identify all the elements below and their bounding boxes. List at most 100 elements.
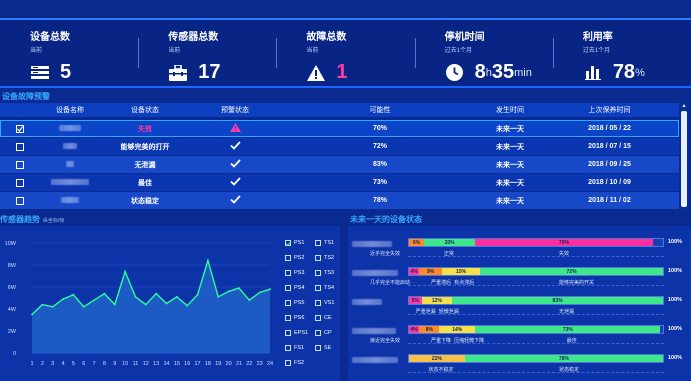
legend-item[interactable]: FS2: [285, 360, 304, 366]
legend-checkbox[interactable]: [315, 240, 321, 246]
last-maintenance: 2018 / 05 / 22: [588, 125, 631, 132]
legend-checkbox[interactable]: [285, 255, 291, 261]
occur-time: 未来一天: [496, 161, 524, 169]
legend-checkbox[interactable]: [315, 300, 321, 306]
legend-item[interactable]: TS2: [315, 255, 334, 261]
legend-checkbox[interactable]: [315, 330, 321, 336]
legend-item[interactable]: CE: [315, 315, 332, 321]
scroll-up-icon[interactable]: ▲: [680, 103, 688, 110]
check-icon: [17, 125, 23, 132]
status-segment: 83%: [452, 297, 663, 304]
row-divider: [408, 372, 664, 373]
checkbox-box[interactable]: [16, 124, 24, 133]
legend-checkbox[interactable]: [285, 270, 291, 276]
legend-item[interactable]: TS1: [315, 240, 334, 246]
row-checkbox[interactable]: [0, 160, 40, 169]
stat-title: 利用率: [582, 32, 613, 43]
legend-checkbox[interactable]: [315, 345, 321, 351]
x-tick-label: 9: [113, 361, 116, 367]
table-row[interactable]: 无泄漏 83% 未来一天 2018 / 09 / 25: [0, 156, 679, 173]
x-tick-label: 8: [103, 361, 106, 367]
legend-checkbox[interactable]: [315, 255, 321, 261]
table-row[interactable]: 能够完美的打开 72% 未来一天 2018 / 07 / 15: [0, 138, 679, 155]
row-checkbox[interactable]: [0, 124, 40, 133]
status-total: 100%: [668, 268, 683, 274]
data-point: [113, 303, 116, 306]
row-checkbox[interactable]: [0, 142, 40, 151]
last-maintenance: 2018 / 09 / 25: [588, 161, 631, 168]
legend-item[interactable]: CP: [315, 330, 332, 336]
legend-item[interactable]: PS3: [285, 270, 304, 276]
status-segment: 8%: [419, 326, 440, 333]
status-segment: 9%: [419, 268, 443, 275]
data-point: [165, 302, 168, 305]
sensor-title-text: 传感器趋势: [0, 215, 40, 224]
legend-item[interactable]: PS5: [285, 300, 304, 306]
legend-item[interactable]: PS2: [285, 255, 304, 261]
x-tick-label: 6: [82, 361, 85, 367]
data-point: [207, 259, 209, 262]
legend-item[interactable]: PS4: [285, 285, 304, 291]
legend-checkbox[interactable]: [315, 315, 321, 321]
warning-icon: [306, 64, 326, 82]
segment-label: 接近完全失效: [370, 338, 401, 344]
checkbox-box[interactable]: [16, 160, 24, 169]
checkbox-box[interactable]: [16, 196, 24, 205]
table-scroll-thumb[interactable]: [681, 111, 687, 207]
legend-label: TS3: [324, 270, 335, 276]
y-tick-label: 6W: [8, 285, 17, 291]
legend-checkbox[interactable]: [285, 345, 291, 351]
device-name-redacted: [352, 299, 382, 305]
alert-status: [190, 177, 280, 188]
legend-item[interactable]: EPS1: [285, 330, 308, 336]
x-tick-label: 23: [257, 361, 263, 367]
status-segment: 22%: [409, 355, 465, 362]
data-point: [72, 293, 75, 296]
header-probability: 可能性: [369, 107, 391, 114]
table-row[interactable]: 失效 70% 未来一天 2018 / 05 / 22: [0, 120, 679, 137]
checkbox-box[interactable]: [16, 178, 24, 187]
x-tick-label: 10: [122, 361, 128, 367]
x-tick-label: 1: [30, 361, 33, 367]
status-segment: 72%: [480, 268, 663, 275]
legend-checkbox[interactable]: [285, 330, 291, 336]
data-point: [175, 296, 178, 298]
device-status-row: 5% 12% 83% 100% 严重泄漏 轻微泄漏 无泄漏: [352, 296, 682, 316]
check-icon: [229, 177, 241, 186]
legend-checkbox[interactable]: [285, 240, 291, 246]
stat-title: 传感器总数: [168, 32, 219, 43]
data-point: [82, 305, 85, 308]
checkbox-box[interactable]: [16, 142, 24, 151]
legend-checkbox[interactable]: [315, 285, 321, 291]
table-row[interactable]: 最佳 73% 未来一天 2018 / 10 / 09: [0, 174, 679, 191]
legend-item[interactable]: VS1: [315, 300, 334, 306]
table-row[interactable]: 状态稳定 78% 未来一天 2018 / 11 / 02: [0, 192, 679, 209]
legend-item[interactable]: TS3: [315, 270, 334, 276]
legend-item[interactable]: FS1: [285, 345, 304, 351]
status-segment: 73%: [475, 326, 661, 333]
x-tick-label: 5: [72, 361, 75, 367]
device-name-redacted: [40, 179, 100, 186]
row-divider: [408, 285, 664, 286]
legend-checkbox[interactable]: [285, 300, 291, 306]
alert-status: [190, 141, 280, 152]
device-name-redacted: [352, 357, 398, 363]
legend-checkbox[interactable]: [315, 270, 321, 276]
x-tick-label: 3: [51, 361, 54, 367]
legend-item[interactable]: PS1: [285, 240, 304, 246]
stat-subtitle: 当前: [168, 48, 181, 54]
x-tick-label: 2: [41, 361, 44, 367]
row-divider: [408, 314, 664, 315]
legend-checkbox[interactable]: [285, 315, 291, 321]
legend-checkbox[interactable]: [285, 285, 291, 291]
legend-checkbox[interactable]: [285, 360, 291, 366]
row-checkbox[interactable]: [0, 178, 40, 187]
legend-item[interactable]: TS4: [315, 285, 334, 291]
legend-item[interactable]: PS6: [285, 315, 304, 321]
x-tick-label: 24: [267, 361, 273, 367]
legend-label: EPS1: [294, 330, 309, 336]
data-point: [186, 304, 189, 307]
scroll-down-icon[interactable]: ▼: [680, 203, 688, 210]
legend-item[interactable]: SE: [315, 345, 331, 351]
row-checkbox[interactable]: [0, 196, 40, 205]
